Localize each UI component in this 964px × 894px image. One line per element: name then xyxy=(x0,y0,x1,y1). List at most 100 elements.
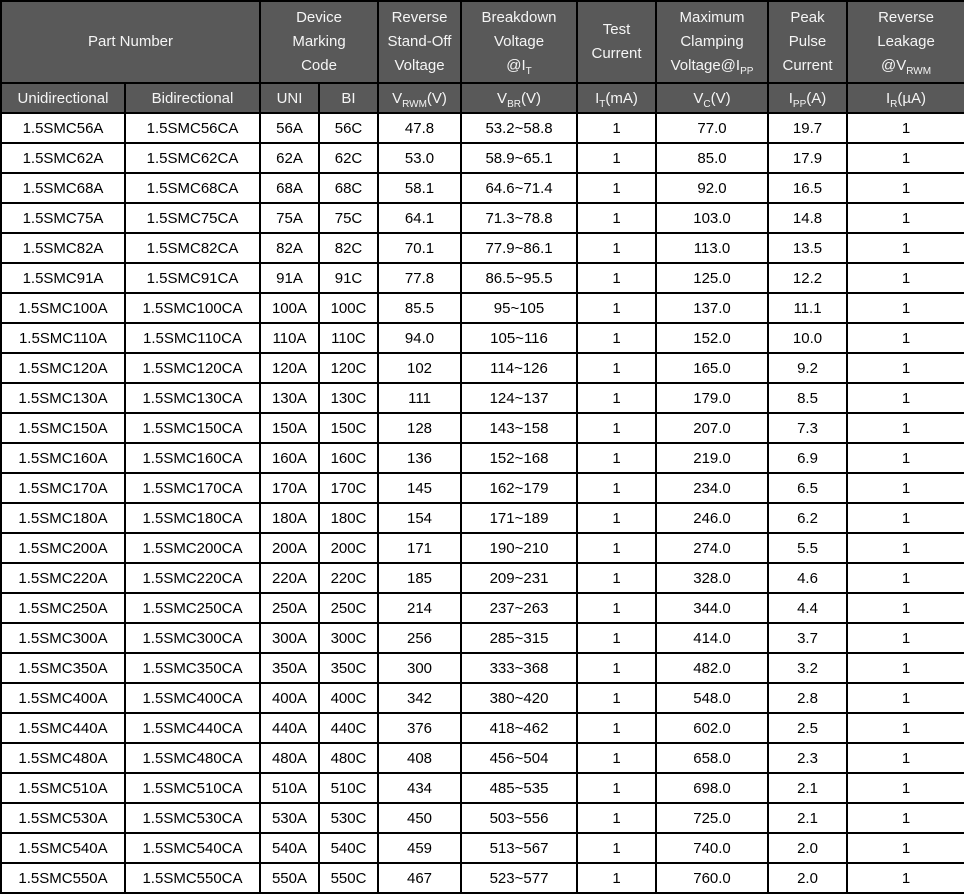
cell-vc: 344.0 xyxy=(656,593,768,623)
cell-vbr: 95~105 xyxy=(461,293,577,323)
header-reverse-standoff-voltage: ReverseStand-OffVoltage xyxy=(378,1,461,83)
cell-marking-uni: 56A xyxy=(260,113,319,143)
subheader-ipp: IPP(A) xyxy=(768,83,847,113)
cell-vrwm: 450 xyxy=(378,803,461,833)
cell-ipp: 6.9 xyxy=(768,443,847,473)
cell-vrwm: 70.1 xyxy=(378,233,461,263)
cell-part-unidirectional: 1.5SMC480A xyxy=(1,743,125,773)
cell-vrwm: 214 xyxy=(378,593,461,623)
header-peak-pulse-current: PeakPulseCurrent xyxy=(768,1,847,83)
cell-vbr: 333~368 xyxy=(461,653,577,683)
cell-it: 1 xyxy=(577,383,656,413)
cell-vc: 77.0 xyxy=(656,113,768,143)
cell-it: 1 xyxy=(577,593,656,623)
cell-vbr: 456~504 xyxy=(461,743,577,773)
header-sub-row: Unidirectional Bidirectional UNI BI VRWM… xyxy=(1,83,964,113)
cell-marking-uni: 200A xyxy=(260,533,319,563)
cell-ir: 1 xyxy=(847,503,964,533)
subheader-vc: VC(V) xyxy=(656,83,768,113)
table-header: Part Number DeviceMarkingCode ReverseSta… xyxy=(1,1,964,113)
cell-vrwm: 376 xyxy=(378,713,461,743)
subheader-ir: IR(µA) xyxy=(847,83,964,113)
header-test-current: TestCurrent xyxy=(577,1,656,83)
table-row: 1.5SMC530A 1.5SMC530CA 530A 530C 450 503… xyxy=(1,803,964,833)
cell-marking-uni: 440A xyxy=(260,713,319,743)
cell-ir: 1 xyxy=(847,653,964,683)
cell-part-bidirectional: 1.5SMC56CA xyxy=(125,113,260,143)
cell-vc: 234.0 xyxy=(656,473,768,503)
cell-marking-bi: 150C xyxy=(319,413,378,443)
cell-part-unidirectional: 1.5SMC550A xyxy=(1,863,125,893)
cell-vbr: 418~462 xyxy=(461,713,577,743)
cell-marking-uni: 480A xyxy=(260,743,319,773)
cell-vc: 137.0 xyxy=(656,293,768,323)
cell-it: 1 xyxy=(577,563,656,593)
cell-vc: 85.0 xyxy=(656,143,768,173)
table-row: 1.5SMC75A 1.5SMC75CA 75A 75C 64.1 71.3~7… xyxy=(1,203,964,233)
cell-it: 1 xyxy=(577,623,656,653)
cell-marking-uni: 110A xyxy=(260,323,319,353)
cell-vbr: 285~315 xyxy=(461,623,577,653)
cell-part-bidirectional: 1.5SMC68CA xyxy=(125,173,260,203)
cell-it: 1 xyxy=(577,113,656,143)
cell-it: 1 xyxy=(577,293,656,323)
subheader-bi: BI xyxy=(319,83,378,113)
cell-vbr: 503~556 xyxy=(461,803,577,833)
cell-marking-bi: 220C xyxy=(319,563,378,593)
cell-part-unidirectional: 1.5SMC510A xyxy=(1,773,125,803)
subheader-it: IT(mA) xyxy=(577,83,656,113)
cell-vrwm: 136 xyxy=(378,443,461,473)
cell-marking-bi: 56C xyxy=(319,113,378,143)
cell-it: 1 xyxy=(577,683,656,713)
cell-ipp: 2.5 xyxy=(768,713,847,743)
cell-marking-uni: 100A xyxy=(260,293,319,323)
cell-part-bidirectional: 1.5SMC170CA xyxy=(125,473,260,503)
cell-part-bidirectional: 1.5SMC110CA xyxy=(125,323,260,353)
cell-marking-bi: 100C xyxy=(319,293,378,323)
cell-part-unidirectional: 1.5SMC350A xyxy=(1,653,125,683)
cell-it: 1 xyxy=(577,233,656,263)
cell-marking-bi: 110C xyxy=(319,323,378,353)
cell-marking-bi: 300C xyxy=(319,623,378,653)
cell-ir: 1 xyxy=(847,863,964,893)
cell-ipp: 17.9 xyxy=(768,143,847,173)
cell-part-bidirectional: 1.5SMC91CA xyxy=(125,263,260,293)
table-row: 1.5SMC120A 1.5SMC120CA 120A 120C 102 114… xyxy=(1,353,964,383)
cell-vbr: 523~577 xyxy=(461,863,577,893)
table-row: 1.5SMC440A 1.5SMC440CA 440A 440C 376 418… xyxy=(1,713,964,743)
cell-marking-uni: 550A xyxy=(260,863,319,893)
cell-vrwm: 128 xyxy=(378,413,461,443)
cell-vc: 179.0 xyxy=(656,383,768,413)
table-row: 1.5SMC510A 1.5SMC510CA 510A 510C 434 485… xyxy=(1,773,964,803)
cell-marking-bi: 550C xyxy=(319,863,378,893)
cell-vrwm: 47.8 xyxy=(378,113,461,143)
cell-part-unidirectional: 1.5SMC120A xyxy=(1,353,125,383)
cell-vc: 602.0 xyxy=(656,713,768,743)
tvs-spec-table: Part Number DeviceMarkingCode ReverseSta… xyxy=(0,0,964,894)
cell-vc: 725.0 xyxy=(656,803,768,833)
cell-part-unidirectional: 1.5SMC180A xyxy=(1,503,125,533)
cell-ipp: 2.8 xyxy=(768,683,847,713)
cell-ipp: 10.0 xyxy=(768,323,847,353)
table-row: 1.5SMC130A 1.5SMC130CA 130A 130C 111 124… xyxy=(1,383,964,413)
cell-ipp: 16.5 xyxy=(768,173,847,203)
cell-part-bidirectional: 1.5SMC220CA xyxy=(125,563,260,593)
cell-part-unidirectional: 1.5SMC220A xyxy=(1,563,125,593)
cell-ir: 1 xyxy=(847,683,964,713)
cell-vc: 165.0 xyxy=(656,353,768,383)
cell-vbr: 209~231 xyxy=(461,563,577,593)
cell-part-bidirectional: 1.5SMC300CA xyxy=(125,623,260,653)
cell-vc: 274.0 xyxy=(656,533,768,563)
cell-marking-bi: 62C xyxy=(319,143,378,173)
cell-ir: 1 xyxy=(847,293,964,323)
cell-vrwm: 58.1 xyxy=(378,173,461,203)
cell-part-unidirectional: 1.5SMC170A xyxy=(1,473,125,503)
table-row: 1.5SMC62A 1.5SMC62CA 62A 62C 53.0 58.9~6… xyxy=(1,143,964,173)
cell-part-bidirectional: 1.5SMC130CA xyxy=(125,383,260,413)
cell-vrwm: 85.5 xyxy=(378,293,461,323)
cell-part-bidirectional: 1.5SMC75CA xyxy=(125,203,260,233)
table-row: 1.5SMC220A 1.5SMC220CA 220A 220C 185 209… xyxy=(1,563,964,593)
cell-marking-bi: 75C xyxy=(319,203,378,233)
cell-vrwm: 64.1 xyxy=(378,203,461,233)
table-row: 1.5SMC68A 1.5SMC68CA 68A 68C 58.1 64.6~7… xyxy=(1,173,964,203)
